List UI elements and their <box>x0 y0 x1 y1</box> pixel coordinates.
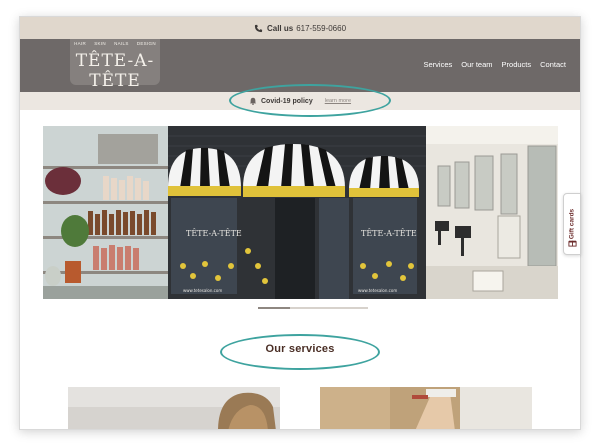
storefront-url-right: www.tetesalon.com <box>358 288 397 293</box>
service-image-nails <box>320 387 532 429</box>
gift-icon <box>568 240 577 247</box>
logo-tag-nails: NAILS <box>114 41 129 46</box>
service-card-hair[interactable] <box>68 387 280 429</box>
top-contact-bar: Call us 617-559-0660 <box>20 17 580 39</box>
storefront-sign-left: TÊTE-A-TÊTE <box>186 229 242 238</box>
carousel-indicator[interactable] <box>258 307 368 309</box>
site-logo[interactable]: HAIR SKIN NAILS DESIGN TÊTE-A-TÊTE <box>70 39 160 91</box>
storefront-url-left: www.tetesalon.com <box>183 288 222 293</box>
gift-cards-label: Gift cards <box>568 208 576 240</box>
services-highlight-oval <box>220 334 380 370</box>
main-nav: Services Our team Products Contact <box>424 60 567 69</box>
covid-highlight-oval <box>229 84 391 117</box>
call-us-label: Call us <box>266 23 294 33</box>
hero-carousel[interactable]: TÊTE-A-TÊTE TÊTE-A-TÊTE www.tetesalon.co… <box>43 126 558 299</box>
service-card-nails[interactable] <box>320 387 532 429</box>
hero-image: TÊTE-A-TÊTE TÊTE-A-TÊTE www.tetesalon.co… <box>43 126 558 299</box>
nav-item-products[interactable]: Products <box>502 60 532 69</box>
storefront-sign-right: TÊTE-A-TÊTE <box>361 229 417 238</box>
logo-tags: HAIR SKIN NAILS DESIGN <box>70 41 160 46</box>
phone-icon <box>254 24 263 32</box>
service-image-hair <box>68 387 280 429</box>
nav-item-services[interactable]: Services <box>424 60 453 69</box>
carousel-indicator-active <box>258 307 290 309</box>
gift-cards-tab[interactable]: Gift cards <box>563 193 581 255</box>
logo-brand-name: TÊTE-A-TÊTE <box>75 51 155 91</box>
logo-tag-skin: SKIN <box>94 41 106 46</box>
logo-tag-hair: HAIR <box>74 41 87 46</box>
nav-item-contact[interactable]: Contact <box>540 60 566 69</box>
logo-tag-design: DESIGN <box>136 41 156 46</box>
nav-item-our-team[interactable]: Our team <box>461 60 492 69</box>
phone-number-link[interactable]: 617-559-0660 <box>296 24 346 33</box>
